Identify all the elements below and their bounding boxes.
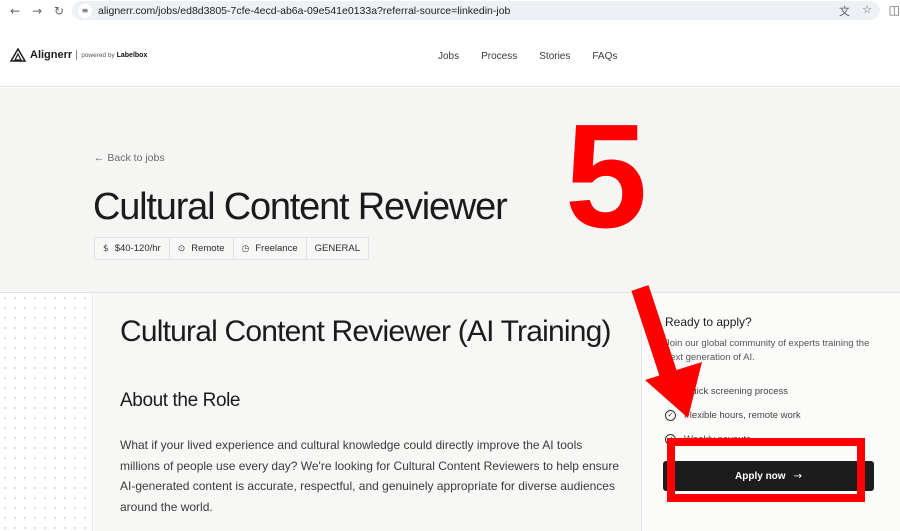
job-tags: $ $40-120/hr ⊙ Remote ◷ Freelance GENERA… [94, 237, 370, 260]
dotted-pattern-panel [0, 293, 93, 531]
about-role-paragraph: What if your lived experience and cultur… [120, 438, 619, 514]
tag-pay: $ $40-120/hr [94, 237, 170, 260]
description-title: Cultural Content Reviewer (AI Training) [120, 315, 611, 348]
nav-process[interactable]: Process [481, 51, 517, 62]
site-settings-icon[interactable]: ≡ [78, 3, 92, 18]
extensions-icon[interactable]: ◫ [889, 3, 900, 17]
back-arrow-icon[interactable]: ← [8, 4, 22, 18]
bookmark-star-icon[interactable]: ☆ [862, 3, 872, 16]
tag-category: GENERAL [305, 237, 370, 260]
alignerr-logo-icon [10, 48, 26, 62]
highlight-box-annotation [667, 438, 865, 502]
step-number-annotation: 5 [565, 94, 647, 259]
translate-icon[interactable]: 文 [839, 3, 850, 19]
apply-sidebar-title: Ready to apply? [665, 315, 752, 329]
tag-type: ◷ Freelance [232, 237, 307, 260]
job-description: Cultural Content Reviewer (AI Training) … [94, 293, 642, 531]
url-text[interactable]: alignerr.com/jobs/ed8d3805-7cfe-4ecd-ab6… [98, 5, 510, 17]
top-nav: Jobs Process Stories FAQs [438, 51, 639, 62]
brand-divider [76, 50, 78, 60]
clock-icon: ◷ [241, 243, 250, 254]
tag-location: ⊙ Remote [168, 237, 234, 260]
powered-by-text: powered by Labelbox [81, 51, 148, 59]
check-circle-icon: ✓ [665, 409, 676, 421]
job-hero: ← Back to jobs Cultural Content Reviewer… [0, 88, 900, 292]
benefit-item: ✓ Flexible hours, remote work [665, 403, 801, 427]
nav-jobs[interactable]: Jobs [438, 51, 459, 62]
benefit-item: ✓ Quick screening process [665, 379, 801, 403]
brand-name: Alignerr [30, 49, 73, 61]
job-title: Cultural Content Reviewer [93, 186, 508, 228]
back-to-jobs-link[interactable]: ← Back to jobs [94, 152, 165, 164]
check-circle-icon: ✓ [665, 385, 676, 397]
dollar-icon: $ [103, 243, 109, 254]
location-pin-icon: ⊙ [177, 243, 186, 254]
browser-toolbar: ← → ↻ ≡ alignerr.com/jobs/ed8d3805-7cfe-… [0, 0, 900, 22]
about-role-heading: About the Role [120, 390, 241, 411]
address-bar[interactable]: ≡ alignerr.com/jobs/ed8d3805-7cfe-4ecd-a… [72, 1, 880, 20]
nav-faqs[interactable]: FAQs [592, 51, 617, 62]
site-header: Alignerr powered by Labelbox Jobs Proces… [0, 25, 900, 87]
apply-sidebar-description: Join our global community of experts tra… [665, 338, 870, 363]
nav-stories[interactable]: Stories [539, 51, 570, 62]
forward-arrow-icon[interactable]: → [30, 4, 44, 18]
reload-icon[interactable]: ↻ [52, 4, 66, 18]
brand-logo-link[interactable]: Alignerr powered by Labelbox [10, 48, 147, 62]
